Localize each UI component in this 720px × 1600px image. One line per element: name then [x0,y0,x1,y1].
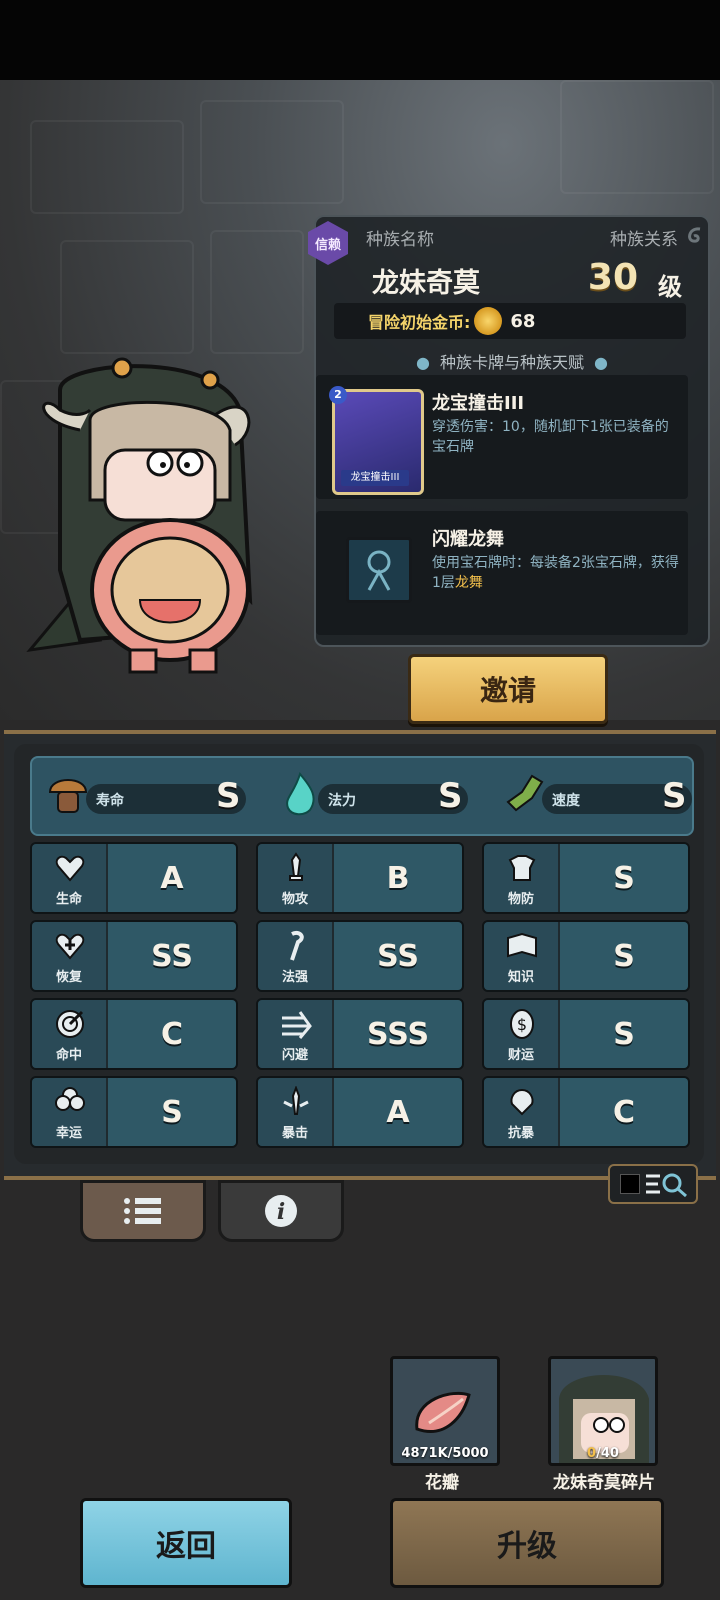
clover-icon [55,1087,85,1111]
stat-evasion[interactable]: 闪避 SSS [256,998,464,1070]
stats-board: 寿命 S 法力 S 速度 S 生命 A 物攻 B 物防 S 恢复 SS 法强 S… [4,730,716,1180]
arrows-icon [282,1011,312,1039]
stat-accuracy[interactable]: 命中 C [30,998,238,1070]
mushroom-icon [48,779,88,813]
stat-luck[interactable]: 幸运 S [30,1076,238,1148]
target-icon [56,1010,84,1038]
list-icon [124,1198,161,1224]
coin-icon: $ [510,1009,534,1039]
stat-mana[interactable]: 法力 S [278,772,468,816]
card-description: 穿透伤害：10，随机卸下1张已装备的宝石牌 [432,419,669,455]
start-gold-row: 冒险初始金币: 68 [334,303,686,339]
tab-stats-list[interactable] [80,1180,206,1242]
search-list-icon [646,1173,687,1198]
wing-boot-icon [506,774,544,812]
svg-text:$: $ [517,1015,527,1034]
stat-lifespan[interactable]: 寿命 S [46,776,246,816]
info-icon: i [265,1195,297,1227]
stat-crit-resist[interactable]: 抗暴 C [482,1076,690,1148]
card-title: 龙宝撞击III [432,393,525,414]
item-petal-name: 花瓣 [425,1473,459,1493]
stat-phys-atk[interactable]: 物攻 B [256,842,464,914]
sword-icon [289,852,303,881]
upgrade-button[interactable]: 升级 [390,1498,664,1588]
stat-speed[interactable]: 速度 S [502,774,692,816]
book-icon [507,932,537,958]
race-name-label: 种族名称 [366,230,434,250]
heart-plus-icon [55,933,85,960]
filter-toggle[interactable] [608,1164,698,1204]
stat-hp[interactable]: 生命 A [30,842,238,914]
race-relation-label[interactable]: 种族关系 [610,225,678,250]
item-petal[interactable]: 4871K/5000 [390,1356,500,1466]
shield-petal-icon [510,1088,534,1116]
invite-button[interactable]: 邀请 [408,654,608,724]
flame-icon [286,772,315,816]
shard-count: 0/40 [587,1446,619,1461]
stat-phys-def[interactable]: 物防 S [482,842,690,914]
back-button[interactable]: 返回 [80,1498,292,1588]
race-card-row[interactable]: 2 龙宝撞击III 龙宝撞击III 穿透伤害：10，随机卸下1张已装备的宝石牌 [316,375,688,499]
race-level-unit: 级 [658,273,682,301]
card-level-badge: 2 [329,386,347,404]
petal-count: 4871K/5000 [401,1446,489,1461]
item-shard-name: 龙妹奇莫碎片 [553,1473,655,1493]
armor-icon [508,855,536,881]
card-thumb-label: 龙宝撞击III [341,470,409,486]
gold-coin-icon [474,307,503,335]
race-talent-row[interactable]: 闪耀龙舞 使用宝石牌时：每装备2张宝石牌，获得1层龙舞 [316,511,688,635]
stat-fortune[interactable]: $ 财运 S [482,998,690,1070]
talent-description: 使用宝石牌时：每装备2张宝石牌，获得1层龙舞 [432,555,679,591]
trust-badge: 信赖 [308,221,348,265]
stat-regen[interactable]: 恢复 SS [30,920,238,992]
status-bar [0,0,720,80]
stat-knowledge[interactable]: 知识 S [482,920,690,992]
stats-inner: 寿命 S 法力 S 速度 S 生命 A 物攻 B 物防 S 恢复 SS 法强 S… [14,744,704,1164]
talent-title: 闪耀龙舞 [432,529,504,550]
start-gold-value: 68 [510,310,536,332]
talent-icon [346,537,412,603]
race-info-panel: 信赖 种族名称 种族关系 龙妹奇莫 30 级 冒险初始金币: 68 ● 种族卡牌与… [308,215,710,647]
race-level: 30 [587,257,638,298]
item-shard[interactable]: 0/40 [548,1356,658,1466]
heart-icon [55,855,85,882]
top-stats-bar: 寿命 S 法力 S 速度 S [30,756,694,836]
swirl-icon [688,227,701,243]
stat-magic-power[interactable]: 法强 SS [256,920,464,992]
race-card-thumbnail[interactable]: 2 龙宝撞击III [329,386,424,495]
checkbox-square[interactable] [620,1174,640,1194]
character-dragon-girl [26,357,253,674]
race-name: 龙妹奇莫 [372,268,480,299]
crit-sword-icon [283,1086,309,1115]
tab-info[interactable]: i [218,1180,344,1242]
svg-text:i: i [277,1199,285,1225]
staff-icon [290,931,304,961]
section-title: ● 种族卡牌与种族天赋 ● [416,353,608,372]
stat-crit[interactable]: 暴击 A [256,1076,464,1148]
start-gold-label: 冒险初始金币: [368,313,471,332]
